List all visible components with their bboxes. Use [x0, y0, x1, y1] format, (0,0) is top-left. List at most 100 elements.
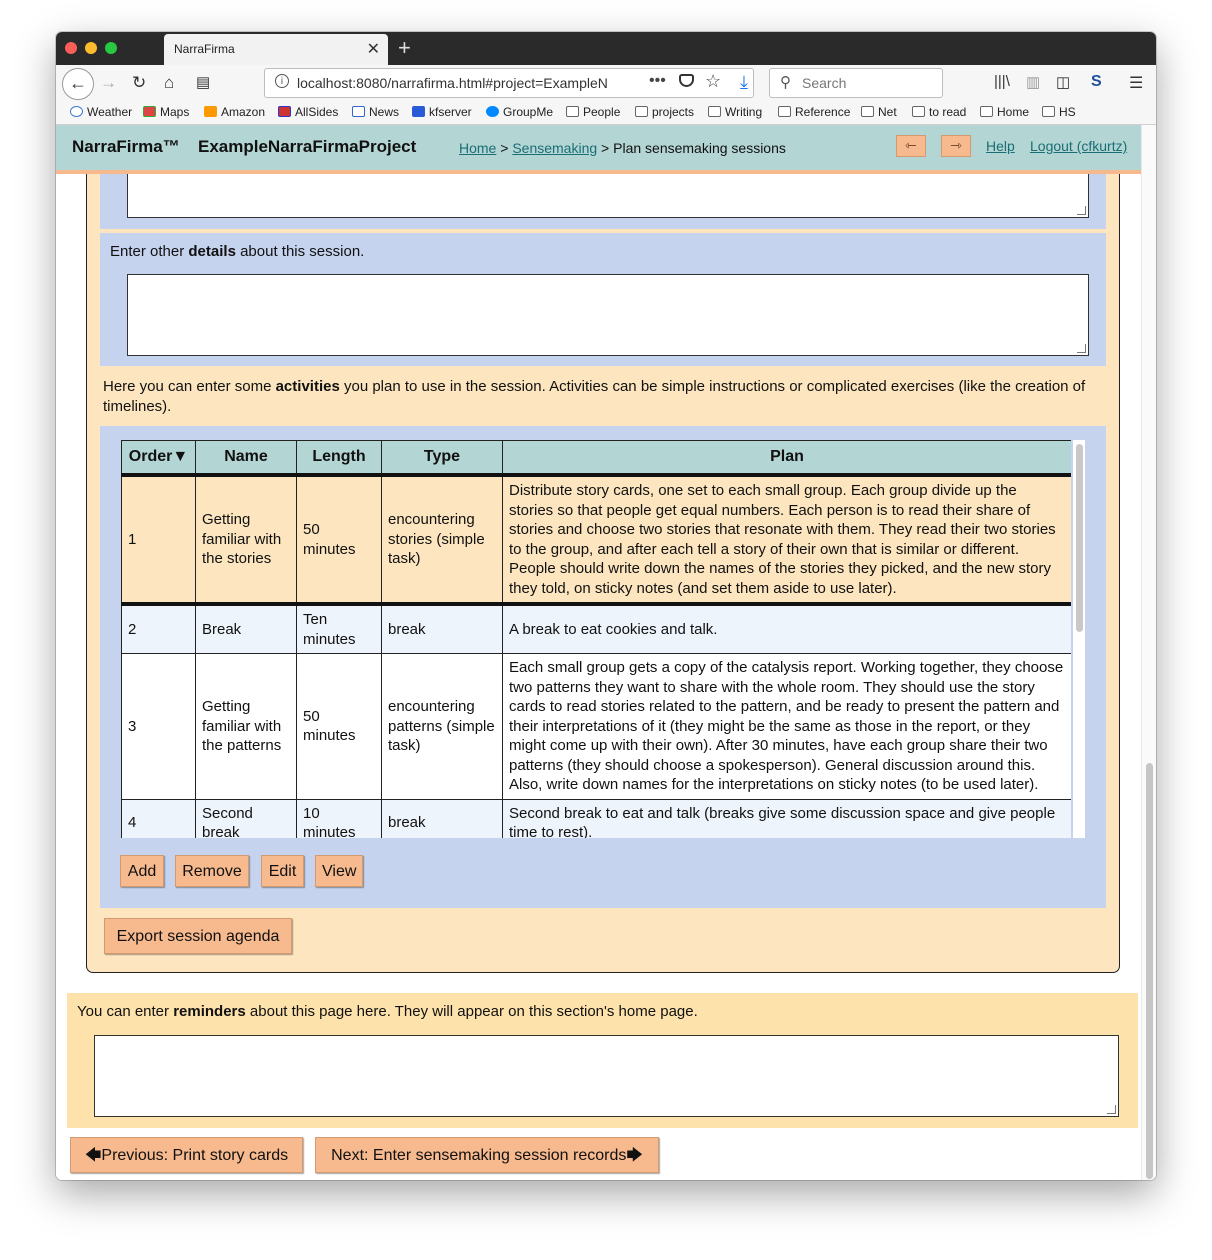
- previous-field-textarea[interactable]: [127, 174, 1089, 218]
- bookmark-hs[interactable]: HS: [1042, 105, 1076, 119]
- close-window-button[interactable]: [65, 42, 77, 54]
- bookmark-groupme[interactable]: GroupMe: [486, 105, 553, 119]
- bookmark-to-read[interactable]: to read: [912, 105, 966, 119]
- folder-icon: [708, 106, 721, 117]
- bookmark-kfserver[interactable]: kfserver: [412, 105, 472, 119]
- previous-page-nav-button[interactable]: 🡄Previous: Print story cards: [70, 1137, 303, 1173]
- details-label: Enter other details about this session.: [110, 243, 365, 260]
- resize-handle-icon[interactable]: [1077, 344, 1086, 353]
- column-header-type[interactable]: Type: [381, 440, 503, 477]
- folder-icon: [1042, 106, 1055, 117]
- resize-handle-icon[interactable]: [1077, 206, 1086, 215]
- next-page-button[interactable]: ⇾: [941, 135, 971, 157]
- table-row[interactable]: 2 Break Ten minutes break A break to eat…: [121, 603, 1071, 654]
- folder-icon: [980, 106, 993, 117]
- bookmark-writing[interactable]: Writing: [708, 105, 762, 119]
- allsides-icon: [278, 106, 291, 117]
- bookmark-allsides[interactable]: AllSides: [278, 105, 338, 119]
- folder-icon: [566, 106, 579, 117]
- bookmark-projects[interactable]: projects: [635, 105, 694, 119]
- site-info-icon[interactable]: i: [275, 74, 289, 88]
- edit-activity-button[interactable]: Edit: [261, 855, 304, 887]
- bookmark-reference[interactable]: Reference: [778, 105, 850, 119]
- forward-icon[interactable]: →: [100, 73, 117, 93]
- home-icon[interactable]: ⌂: [164, 73, 174, 93]
- breadcrumb-home-link[interactable]: Home: [459, 140, 496, 156]
- reader-icon[interactable]: ▥: [1026, 73, 1040, 91]
- cell-plan: Second break to eat and talk (breaks giv…: [502, 798, 1071, 838]
- table-row[interactable]: 1 Getting familiar with the stories 50 m…: [121, 474, 1071, 606]
- url-bar[interactable]: i localhost:8080/narrafirma.html#project…: [264, 68, 754, 98]
- folder-icon: [778, 106, 791, 117]
- folder-icon: [912, 106, 925, 117]
- table-row[interactable]: 4 Second break 10 minutes break Second b…: [121, 798, 1071, 838]
- bookmark-maps[interactable]: Maps: [143, 105, 189, 119]
- tab-close-icon[interactable]: ✕: [367, 39, 380, 59]
- add-activity-button[interactable]: Add: [120, 855, 164, 887]
- bookmark-net[interactable]: Net: [861, 105, 897, 119]
- back-icon[interactable]: ←: [62, 68, 94, 100]
- maps-icon: [143, 106, 156, 117]
- grid-scrollbar[interactable]: [1073, 440, 1085, 838]
- bookmark-weather[interactable]: Weather: [70, 105, 132, 119]
- reminders-panel: You can enter reminders about this page …: [67, 993, 1138, 1128]
- app-name: NarraFirma™: [72, 137, 180, 156]
- cell-plan: Distribute story cards, one set to each …: [502, 474, 1071, 606]
- view-activity-button[interactable]: View: [315, 855, 363, 887]
- column-header-length[interactable]: Length: [296, 440, 382, 477]
- page-actions-icon[interactable]: •••: [649, 72, 666, 90]
- bookmark-amazon[interactable]: Amazon: [204, 105, 265, 119]
- bookmark-star-icon[interactable]: ☆: [705, 71, 721, 92]
- previous-page-button[interactable]: ⇽: [896, 135, 926, 157]
- cell-type: break: [381, 603, 503, 654]
- new-tab-icon[interactable]: +: [398, 35, 411, 61]
- print-icon[interactable]: ▤: [196, 73, 210, 91]
- maximize-window-button[interactable]: [105, 42, 117, 54]
- arrow-right-icon: 🡆: [626, 1147, 643, 1164]
- page-scrollbar[interactable]: [1141, 125, 1156, 1180]
- url-text[interactable]: localhost:8080/narrafirma.html#project=E…: [297, 75, 607, 91]
- resize-handle-icon[interactable]: [1107, 1105, 1116, 1114]
- cell-length: 10 minutes: [296, 798, 382, 838]
- menu-icon[interactable]: ☰: [1129, 73, 1143, 93]
- download-icon[interactable]: ⤓: [740, 72, 748, 93]
- arrow-left-icon: 🡄: [84, 1147, 102, 1164]
- activities-grid: Order▼ Name Length Type Plan 1 Getting f…: [121, 440, 1071, 838]
- table-header-row: Order▼ Name Length Type Plan: [121, 440, 1071, 477]
- tab-strip: NarraFirma ✕ +: [56, 32, 1156, 65]
- grid-scroll-thumb[interactable]: [1076, 444, 1083, 632]
- minimize-window-button[interactable]: [85, 42, 97, 54]
- remove-activity-button[interactable]: Remove: [175, 855, 249, 887]
- next-page-nav-button[interactable]: Next: Enter sensemaking session records🡆: [315, 1137, 659, 1173]
- breadcrumb-current-page: Plan sensemaking sessions: [613, 140, 786, 156]
- reminders-label: You can enter reminders about this page …: [77, 1003, 698, 1020]
- browser-tab[interactable]: NarraFirma ✕: [164, 34, 388, 65]
- bookmark-home[interactable]: Home: [980, 105, 1029, 119]
- column-header-name[interactable]: Name: [195, 440, 297, 477]
- help-link[interactable]: Help: [986, 138, 1015, 154]
- search-placeholder[interactable]: Search: [802, 75, 846, 91]
- cell-order: 3: [121, 653, 196, 800]
- reminders-textarea[interactable]: [94, 1035, 1119, 1117]
- table-row[interactable]: 3 Getting familiar with the patterns 50 …: [121, 653, 1071, 800]
- breadcrumb: Home > Sensemaking > Plan sensemaking se…: [459, 140, 786, 156]
- cell-type: break: [381, 798, 503, 838]
- bookmark-news[interactable]: News: [352, 105, 399, 119]
- page-scroll-thumb[interactable]: [1146, 763, 1153, 1179]
- cell-order: 4: [121, 798, 196, 838]
- breadcrumb-sensemaking-link[interactable]: Sensemaking: [512, 140, 597, 156]
- search-bar[interactable]: ⚲ Search: [769, 68, 943, 98]
- column-header-plan[interactable]: Plan: [502, 440, 1071, 477]
- column-header-order[interactable]: Order▼: [121, 440, 196, 477]
- app-header: NarraFirma™ ExampleNarraFirmaProject Hom…: [56, 125, 1142, 174]
- extension-icon[interactable]: S: [1091, 73, 1102, 91]
- details-textarea[interactable]: [127, 274, 1089, 356]
- browser-window: NarraFirma ✕ + ← → ↻ ⌂ ▤ i localhost:808…: [56, 32, 1156, 1180]
- reload-icon[interactable]: ↻: [132, 73, 146, 93]
- logout-link[interactable]: Logout (cfkurtz): [1030, 138, 1127, 154]
- export-session-agenda-button[interactable]: Export session agenda: [104, 918, 292, 954]
- sidebar-icon[interactable]: ◫: [1056, 73, 1070, 91]
- pocket-icon[interactable]: [679, 74, 694, 87]
- bookmark-people[interactable]: People: [566, 105, 620, 119]
- library-icon[interactable]: |||\: [994, 73, 1010, 90]
